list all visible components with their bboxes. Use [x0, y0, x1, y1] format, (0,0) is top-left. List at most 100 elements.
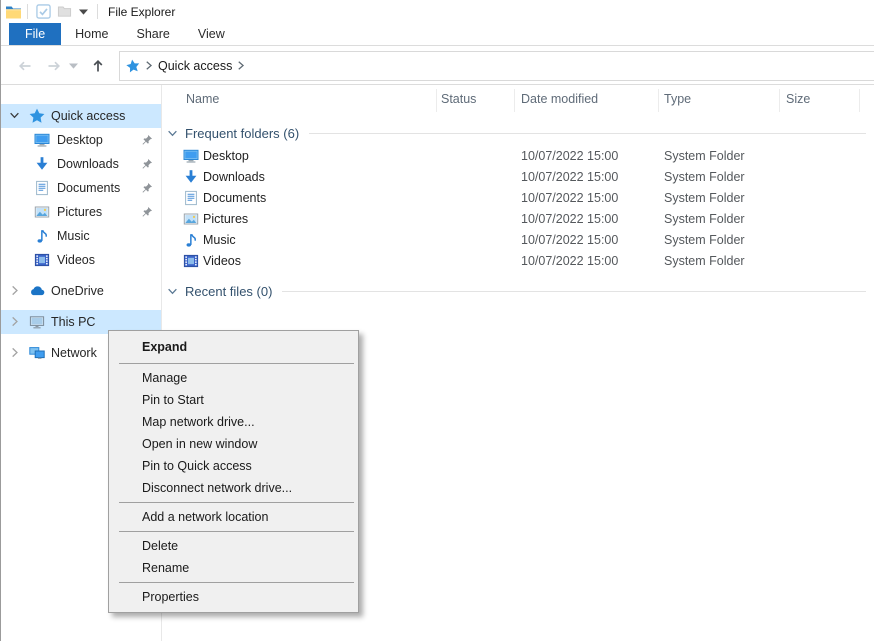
onedrive-icon [29, 283, 45, 299]
group-label[interactable]: Frequent folders (6) [185, 126, 299, 141]
file-date-modified: 10/07/2022 15:00 [521, 251, 618, 272]
titlebar: File Explorer [1, 0, 874, 23]
sidebar-item-downloads[interactable]: Downloads [1, 152, 161, 176]
file-explorer-window: File Explorer File Home Share View Quick… [0, 0, 874, 641]
file-row-pictures[interactable]: Pictures 10/07/2022 15:00 System Folder [162, 209, 874, 230]
column-divider[interactable] [658, 89, 659, 112]
sidebar-item-label: Desktop [57, 128, 103, 152]
chevron-expanded-icon[interactable] [9, 110, 20, 121]
file-name[interactable]: Videos [203, 251, 241, 272]
file-date-modified: 10/07/2022 15:00 [521, 209, 618, 230]
properties-quick-button[interactable] [36, 4, 51, 19]
menu-separator [119, 502, 354, 503]
column-divider[interactable] [514, 89, 515, 112]
network-icon [29, 345, 45, 361]
menu-item-manage[interactable]: Manage [109, 367, 358, 389]
sidebar-item-videos[interactable]: Videos [1, 248, 161, 272]
new-folder-quick-button[interactable] [57, 4, 72, 19]
file-name[interactable]: Desktop [203, 146, 249, 167]
group-divider-line [309, 133, 866, 134]
file-row-documents[interactable]: Documents 10/07/2022 15:00 System Folder [162, 188, 874, 209]
group-divider-line [282, 291, 866, 292]
file-type: System Folder [664, 188, 745, 209]
sidebar-item-label: Documents [57, 176, 120, 200]
file-type: System Folder [664, 209, 745, 230]
file-row-videos[interactable]: Videos 10/07/2022 15:00 System Folder [162, 251, 874, 272]
pin-icon [141, 182, 153, 194]
sidebar-item-quick-access[interactable]: Quick access [1, 104, 161, 128]
menu-item-rename[interactable]: Rename [109, 557, 358, 579]
tab-home[interactable]: Home [61, 23, 122, 45]
column-headers: Name Status Date modified Type Size [162, 85, 874, 116]
group-header-recent-files: Recent files (0) [167, 281, 866, 301]
group-label[interactable]: Recent files (0) [185, 284, 272, 299]
chevron-collapsed-icon[interactable] [9, 347, 20, 358]
documents-icon [34, 180, 50, 196]
file-row-downloads[interactable]: Downloads10/07/2022 15:00System Folder [162, 167, 874, 188]
downloads-icon [34, 156, 50, 172]
group-collapse-chevron-icon[interactable] [167, 128, 178, 139]
tab-view[interactable]: View [184, 23, 239, 45]
sidebar-item-label: Network [51, 341, 97, 365]
menu-item-open-in-new-window[interactable]: Open in new window [109, 433, 358, 455]
sidebar-item-pictures[interactable]: Pictures [1, 200, 161, 224]
menu-separator [119, 582, 354, 583]
tab-share[interactable]: Share [123, 23, 184, 45]
menu-item-delete[interactable]: Delete [109, 535, 358, 557]
downloads-icon [183, 169, 199, 185]
recent-locations-caret-icon[interactable] [69, 63, 78, 69]
file-type: System Folder [664, 167, 745, 188]
music-icon [34, 228, 50, 244]
chevron-collapsed-icon[interactable] [9, 285, 20, 296]
sidebar-item-label: Downloads [57, 152, 119, 176]
menu-item-properties[interactable]: Properties [109, 586, 358, 608]
customize-toolbar-caret-icon[interactable] [79, 9, 88, 15]
music-icon [183, 232, 199, 248]
file-type: System Folder [664, 230, 745, 251]
sidebar-item-label: Music [57, 224, 90, 248]
ribbon-tabs: File Home Share View [1, 23, 874, 46]
menu-item-expand[interactable]: Expand [109, 335, 358, 360]
back-button[interactable] [17, 58, 33, 74]
column-divider[interactable] [859, 89, 860, 112]
quick-access-star-icon [125, 58, 141, 74]
sidebar-item-onedrive[interactable]: OneDrive [1, 279, 161, 303]
sidebar-item-label: OneDrive [51, 279, 104, 303]
column-header-name[interactable]: Name [186, 92, 219, 106]
column-header-size[interactable]: Size [786, 92, 810, 106]
file-name[interactable]: Pictures [203, 209, 248, 230]
file-row-desktop[interactable]: Desktop10/07/2022 15:00System Folder [162, 146, 874, 167]
breadcrumb-location[interactable]: Quick access [158, 59, 232, 73]
column-header-date-modified[interactable]: Date modified [521, 92, 598, 106]
column-divider[interactable] [779, 89, 780, 112]
group-collapse-chevron-icon[interactable] [167, 286, 178, 297]
column-divider[interactable] [436, 89, 437, 112]
forward-button[interactable] [46, 58, 62, 74]
sidebar-item-desktop[interactable]: Desktop [1, 128, 161, 152]
file-explorer-icon [5, 4, 22, 20]
breadcrumb-chevron-icon[interactable] [145, 61, 153, 70]
file-name[interactable]: Downloads [203, 167, 265, 188]
sidebar-item-documents[interactable]: Documents [1, 176, 161, 200]
chevron-collapsed-icon[interactable] [9, 316, 20, 327]
file-date-modified: 10/07/2022 15:00 [521, 188, 618, 209]
menu-item-disconnect-network-drive[interactable]: Disconnect network drive... [109, 477, 358, 499]
up-button[interactable] [90, 58, 106, 74]
menu-item-pin-to-quick-access[interactable]: Pin to Quick access [109, 455, 358, 477]
toolbar-divider [27, 4, 28, 19]
sidebar-item-label: Quick access [51, 104, 125, 128]
menu-item-add-a-network-location[interactable]: Add a network location [109, 506, 358, 528]
column-header-status[interactable]: Status [441, 92, 476, 106]
column-header-type[interactable]: Type [664, 92, 691, 106]
file-name[interactable]: Music [203, 230, 236, 251]
menu-item-map-network-drive[interactable]: Map network drive... [109, 411, 358, 433]
file-type: System Folder [664, 251, 745, 272]
file-row-music[interactable]: Music10/07/2022 15:00System Folder [162, 230, 874, 251]
breadcrumb-chevron-icon[interactable] [237, 61, 245, 70]
sidebar-item-music[interactable]: Music [1, 224, 161, 248]
file-name[interactable]: Documents [203, 188, 266, 209]
address-bar[interactable]: Quick access [119, 51, 874, 81]
pin-icon [141, 206, 153, 218]
menu-item-pin-to-start[interactable]: Pin to Start [109, 389, 358, 411]
tab-file[interactable]: File [9, 23, 61, 45]
